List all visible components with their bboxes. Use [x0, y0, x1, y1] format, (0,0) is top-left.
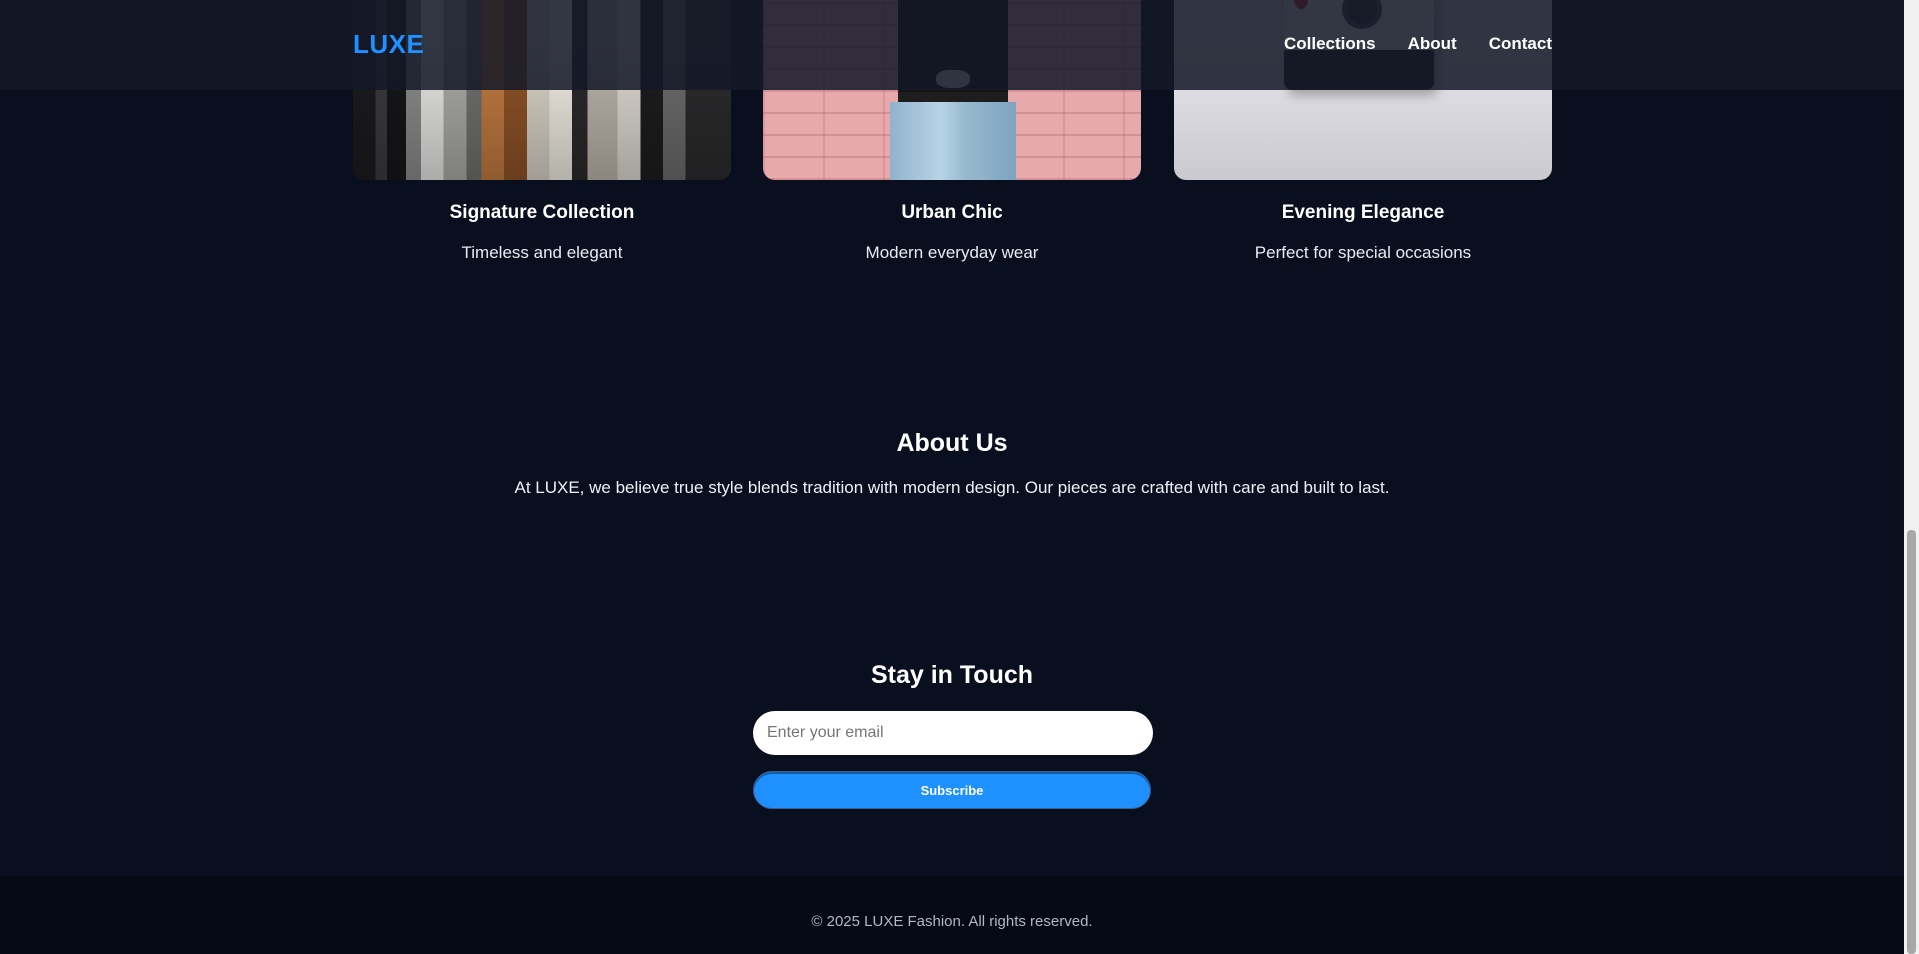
about-title: About Us [896, 429, 1008, 457]
collection-subtitle: Timeless and elegant [461, 243, 623, 262]
nav-contact-link[interactable]: Contact [1489, 34, 1552, 54]
subscribe-button[interactable]: Subscribe [753, 771, 1151, 809]
collection-title: Evening Elegance [1281, 202, 1445, 223]
page-scrollbar[interactable] [1904, 0, 1919, 954]
nav-collections-link[interactable]: Collections [1284, 34, 1376, 54]
collection-title: Signature Collection [449, 202, 635, 223]
collection-subtitle: Modern everyday wear [865, 243, 1039, 262]
site-header: LUXE Collections About Contact [0, 0, 1904, 90]
email-input[interactable] [753, 711, 1153, 755]
logo[interactable]: LUXE [353, 29, 424, 60]
collection-title: Urban Chic [901, 202, 1003, 223]
site-footer: © 2025 LUXE Fashion. All rights reserved… [0, 876, 1904, 954]
nav-about-link[interactable]: About [1408, 34, 1457, 54]
collection-subtitle: Perfect for special occasions [1254, 243, 1472, 262]
scrollbar-thumb[interactable] [1907, 530, 1916, 954]
newsletter-title: Stay in Touch [870, 661, 1034, 689]
copyright-text: © 2025 LUXE Fashion. All rights reserved… [811, 913, 1093, 930]
about-text: At LUXE, we believe true style blends tr… [514, 478, 1390, 497]
main-nav: Collections About Contact [1284, 34, 1552, 54]
page: Signature Collection Timeless and elegan… [0, 0, 1904, 954]
